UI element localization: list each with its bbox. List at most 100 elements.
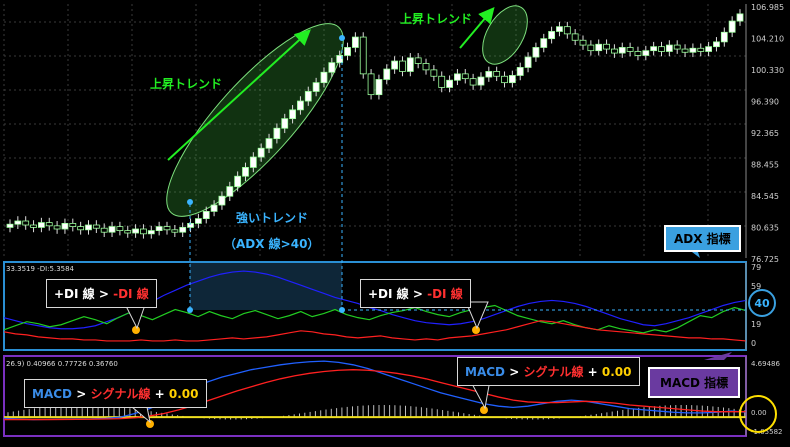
candle bbox=[571, 33, 579, 41]
candle bbox=[116, 226, 124, 232]
candle bbox=[257, 147, 265, 158]
macd-indicator-tag: MACD 指標 bbox=[648, 367, 741, 398]
candle bbox=[516, 67, 524, 76]
candle bbox=[304, 91, 312, 102]
macd-label: MACD bbox=[32, 387, 72, 401]
signal-marker bbox=[339, 35, 345, 41]
adx-tick-label: 79 bbox=[751, 263, 761, 272]
strong-trend-label: 強いトレンド bbox=[236, 210, 308, 225]
adx-header-readout: 33.3519 -DI:5.3584 bbox=[6, 265, 75, 273]
candle bbox=[77, 226, 85, 231]
plus-di-label: +DI 線 bbox=[368, 287, 409, 301]
candle bbox=[681, 48, 689, 53]
minus-di-label: -DI 線 bbox=[427, 287, 463, 301]
candle bbox=[328, 62, 336, 73]
candle bbox=[485, 71, 493, 78]
candle bbox=[611, 48, 618, 54]
price-tick-label: 80.635 bbox=[751, 224, 779, 233]
adx-tag-label: ADX 指標 bbox=[674, 232, 731, 246]
candle bbox=[124, 230, 132, 234]
candle bbox=[689, 47, 697, 53]
plus-di-label: +DI 線 bbox=[54, 287, 95, 301]
candle bbox=[85, 224, 92, 231]
candle bbox=[297, 100, 304, 111]
uptrend-label: 上昇トレンド bbox=[400, 11, 472, 26]
zero-label: 0.00 bbox=[601, 365, 632, 379]
gt-symbol: > bbox=[76, 387, 87, 401]
candle bbox=[634, 51, 642, 56]
macd-header-readout: 26.9) 0.40966 0.77726 0.36760 bbox=[6, 360, 118, 368]
candle bbox=[30, 224, 37, 228]
candle bbox=[6, 223, 14, 228]
candle bbox=[563, 26, 571, 35]
candle bbox=[367, 73, 375, 96]
candle bbox=[194, 218, 202, 224]
candle bbox=[375, 79, 383, 96]
gt-symbol: > bbox=[98, 287, 109, 301]
trend-ellipse bbox=[166, 23, 344, 217]
crossover-marker bbox=[472, 326, 480, 334]
candle bbox=[422, 63, 430, 71]
candle bbox=[265, 138, 273, 149]
candle bbox=[226, 186, 234, 197]
candle bbox=[548, 31, 556, 40]
candle bbox=[234, 175, 242, 188]
adx-tick-label: 0 bbox=[751, 339, 756, 348]
candle bbox=[705, 46, 713, 52]
candle bbox=[163, 226, 171, 231]
candle bbox=[540, 38, 548, 48]
strong-trend-sublabel: （ADX 線>40） bbox=[224, 236, 319, 251]
candle bbox=[728, 20, 736, 33]
candle bbox=[132, 228, 139, 234]
candle bbox=[414, 57, 422, 64]
candle bbox=[281, 118, 289, 129]
candle bbox=[273, 127, 281, 140]
candle bbox=[22, 220, 30, 226]
plus-symbol: + bbox=[154, 387, 165, 401]
candle bbox=[720, 31, 728, 43]
candle bbox=[351, 36, 359, 48]
candle bbox=[344, 47, 351, 56]
macd-label: MACD bbox=[465, 365, 505, 379]
candle bbox=[69, 223, 77, 228]
candle bbox=[454, 73, 461, 81]
candle bbox=[658, 46, 665, 52]
adx-tick-label: 19 bbox=[751, 320, 761, 329]
price-tick-label: 88.455 bbox=[751, 161, 779, 170]
candle bbox=[493, 71, 501, 77]
price-tick-label: 92.365 bbox=[751, 129, 779, 138]
candle bbox=[312, 82, 320, 92]
adx-indicator-tag: ADX 指標 bbox=[664, 225, 741, 252]
gt-symbol: > bbox=[412, 287, 423, 301]
candle bbox=[665, 44, 673, 52]
candle bbox=[155, 226, 163, 232]
candle bbox=[556, 26, 563, 32]
di-callout-left: +DI 線 > -DI 線 bbox=[46, 279, 157, 308]
threshold-label: 40 bbox=[754, 297, 770, 310]
candle bbox=[642, 50, 650, 56]
candle bbox=[579, 39, 587, 46]
strong-trend-zone bbox=[190, 263, 342, 310]
candle bbox=[673, 44, 681, 50]
uptrend-label: 上昇トレンド bbox=[150, 76, 222, 91]
candle bbox=[242, 167, 249, 177]
candle bbox=[140, 228, 147, 235]
candle bbox=[461, 73, 469, 80]
candle bbox=[469, 78, 477, 86]
candle bbox=[320, 71, 328, 84]
macd-callout-left: MACD > シグナル線 + 0.00 bbox=[24, 379, 207, 408]
candle bbox=[187, 223, 194, 228]
candle bbox=[446, 79, 453, 88]
candle bbox=[650, 46, 658, 52]
signal-marker bbox=[187, 307, 193, 313]
crossover-marker bbox=[480, 406, 488, 414]
candle bbox=[202, 211, 210, 220]
candle bbox=[179, 227, 187, 233]
price-tick-label: 100.330 bbox=[751, 66, 784, 75]
candle bbox=[147, 230, 155, 235]
signal-label: シグナル線 bbox=[523, 365, 584, 379]
candle bbox=[53, 225, 61, 230]
price-tick-label: 96.390 bbox=[751, 98, 779, 107]
candle bbox=[210, 204, 218, 212]
candle bbox=[736, 13, 744, 22]
